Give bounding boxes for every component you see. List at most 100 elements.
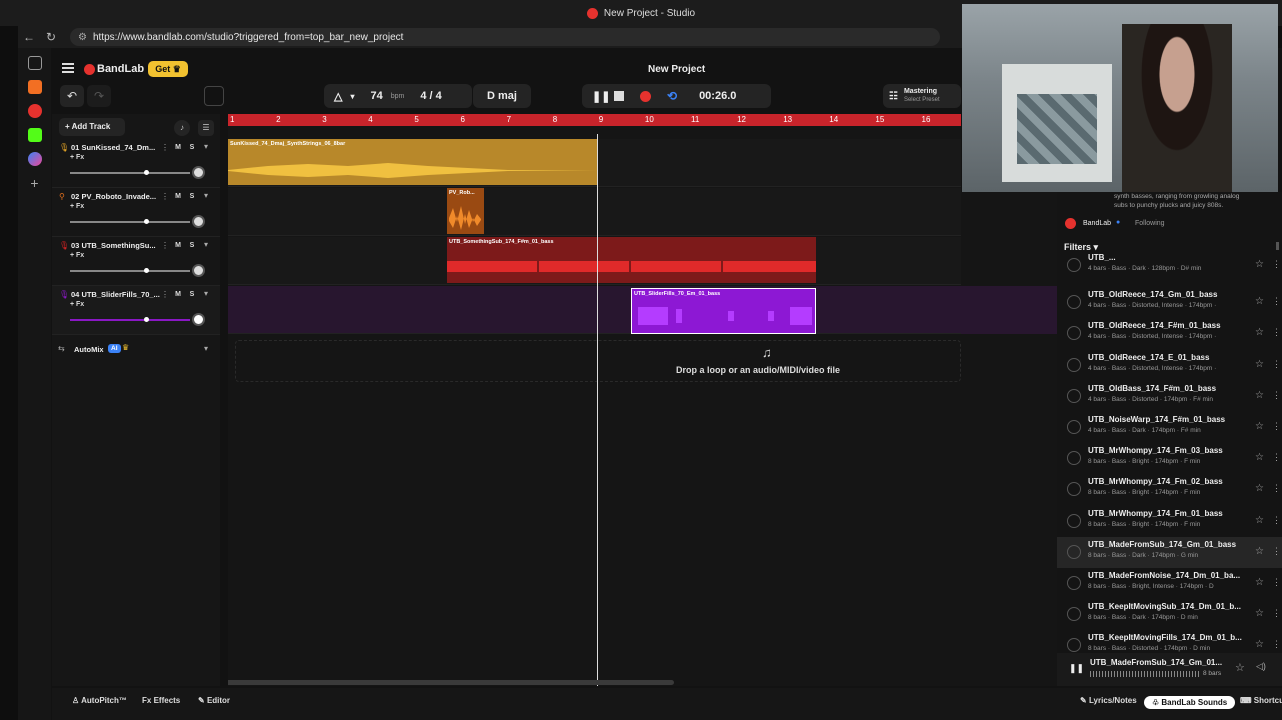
mute-button[interactable]: M bbox=[172, 240, 184, 251]
chevron-down-icon[interactable]: ▾ bbox=[204, 142, 208, 151]
more-icon[interactable]: ⋮ bbox=[1272, 296, 1281, 307]
star-icon[interactable]: ☆ bbox=[1255, 577, 1264, 588]
volume-slider[interactable] bbox=[70, 317, 190, 322]
bandlab-sounds-button[interactable]: ♧ BandLab Sounds bbox=[1144, 696, 1236, 709]
sound-item[interactable]: UTB_NoiseWarp_174_F#m_01_bass 4 bars · Ba… bbox=[1057, 412, 1282, 443]
pan-knob[interactable] bbox=[192, 313, 205, 326]
play-icon[interactable] bbox=[1067, 482, 1081, 497]
more-icon[interactable]: ⋮ bbox=[1272, 359, 1281, 370]
star-icon[interactable]: ☆ bbox=[1255, 608, 1264, 619]
solo-button[interactable]: S bbox=[186, 240, 198, 251]
track-menu-icon[interactable]: ⋮ bbox=[161, 241, 169, 250]
track-menu-icon[interactable]: ⋮ bbox=[161, 143, 169, 152]
undo-icon[interactable]: ↶ bbox=[60, 85, 84, 107]
browser-scrollbar[interactable] bbox=[1276, 242, 1279, 250]
track-name[interactable]: 04 UTB_SliderFills_70_... bbox=[71, 290, 160, 299]
star-icon[interactable]: ☆ bbox=[1235, 661, 1245, 674]
tabs-icon[interactable] bbox=[27, 56, 42, 70]
redo-icon[interactable]: ↷ bbox=[87, 85, 111, 107]
playhead[interactable] bbox=[597, 134, 598, 686]
automix-row[interactable]: ⇆ AutoMix AI ♛ ▾ bbox=[52, 341, 220, 361]
star-icon[interactable]: ☆ bbox=[1255, 421, 1264, 432]
audio-clip[interactable]: SunKissed_74_Dmaj_SynthStrings_06_8bar bbox=[228, 139, 597, 185]
fx-button[interactable]: + Fx bbox=[70, 154, 84, 161]
track-row[interactable]: ⚲ 02 PV_Roboto_Invade... ⋮ M S ▾ + Fx bbox=[52, 188, 220, 237]
star-icon[interactable]: ☆ bbox=[1255, 483, 1264, 494]
play-icon[interactable] bbox=[1067, 258, 1081, 272]
star-icon[interactable]: ☆ bbox=[1255, 390, 1264, 401]
panel-icon[interactable] bbox=[204, 86, 224, 106]
ruler[interactable]: 1 2 3 4 5 6 7 8 9 10 11 12 13 14 15 16 bbox=[228, 114, 961, 126]
mastering-button[interactable]: ☷ Mastering Select Preset bbox=[883, 84, 961, 108]
site-info-icon[interactable]: ⚙ bbox=[78, 32, 87, 43]
soundcloud-icon[interactable] bbox=[27, 80, 42, 94]
pan-knob[interactable] bbox=[192, 166, 205, 179]
sound-item[interactable]: UTB_... 4 bars · Bass · Dark · 128bpm · D… bbox=[1057, 250, 1282, 281]
add-icon[interactable]: + bbox=[28, 176, 42, 190]
arrangement-timeline[interactable]: 1 2 3 4 5 6 7 8 9 10 11 12 13 14 15 16 SunKissed_74_Dma… bbox=[228, 114, 961, 686]
key-selector[interactable]: D maj bbox=[473, 84, 531, 108]
bpm-value[interactable]: 74 bbox=[370, 90, 382, 102]
project-title[interactable]: New Project bbox=[648, 64, 705, 75]
fx-button[interactable]: + Fx bbox=[70, 301, 84, 308]
sound-item[interactable]: UTB_OldReece_174_E_01_bass 4 bars · Bass … bbox=[1057, 350, 1282, 381]
sound-item[interactable]: UTB_MadeFromSub_174_Gm_01_bass 8 bars · B… bbox=[1057, 536, 1282, 568]
volume-icon[interactable]: ◁) bbox=[1256, 661, 1266, 672]
audio-clip[interactable]: PV_Rob... bbox=[447, 188, 484, 234]
volume-slider[interactable] bbox=[70, 170, 190, 175]
track-row[interactable]: 🎙 04 UTB_SliderFills_70_... ⋮ M S ▾ + Fx bbox=[52, 286, 220, 335]
drop-zone[interactable]: ♫ Drop a loop or an audio/MIDI/video fil… bbox=[235, 340, 961, 382]
mute-button[interactable]: M bbox=[172, 142, 184, 153]
track-menu-icon[interactable]: ⋮ bbox=[161, 192, 169, 201]
chevron-down-icon[interactable]: ▾ bbox=[204, 289, 208, 298]
bandlab-icon[interactable] bbox=[27, 104, 42, 118]
sound-item[interactable]: UTB_MrWhompy_174_Fm_01_bass 8 bars · Bass… bbox=[1057, 506, 1282, 537]
solo-button[interactable]: S bbox=[186, 142, 198, 153]
more-icon[interactable]: ⋮ bbox=[1272, 421, 1281, 432]
chevron-down-icon[interactable]: ▾ bbox=[350, 92, 354, 101]
star-icon[interactable]: ☆ bbox=[1255, 515, 1264, 526]
play-icon[interactable] bbox=[1067, 638, 1081, 653]
volume-slider[interactable] bbox=[70, 268, 190, 273]
more-icon[interactable]: ⋮ bbox=[1272, 546, 1281, 557]
chevron-down-icon[interactable]: ▾ bbox=[204, 344, 208, 353]
menu-icon[interactable] bbox=[62, 63, 74, 73]
loop-icon[interactable]: ⟲ bbox=[667, 89, 677, 103]
track-row[interactable]: 🎙 03 UTB_SomethingSu... ⋮ M S ▾ + Fx bbox=[52, 237, 220, 286]
lyrics-button[interactable]: ✎ Lyrics/Notes bbox=[1080, 696, 1137, 705]
pause-icon[interactable] bbox=[1067, 544, 1081, 559]
pan-knob[interactable] bbox=[192, 264, 205, 277]
editor-button[interactable]: ✎ Editor bbox=[198, 696, 230, 705]
kick-icon[interactable] bbox=[27, 128, 42, 142]
track-name[interactable]: 01 SunKissed_74_Dm... bbox=[71, 143, 155, 152]
more-icon[interactable]: ⋮ bbox=[1272, 608, 1281, 619]
more-icon[interactable]: ⋮ bbox=[1272, 452, 1281, 463]
track-menu-icon[interactable]: ⋮ bbox=[161, 290, 169, 299]
play-icon[interactable] bbox=[1067, 513, 1081, 528]
solo-button[interactable]: S bbox=[186, 289, 198, 300]
volume-slider[interactable] bbox=[70, 219, 190, 224]
author-name[interactable]: BandLab bbox=[1083, 220, 1111, 227]
track-name[interactable]: 02 PV_Roboto_Invade... bbox=[71, 192, 156, 201]
record-icon[interactable] bbox=[640, 90, 651, 102]
sound-item[interactable]: UTB_KeepItMovingSub_174_Dm_01_b... 8 bars… bbox=[1057, 599, 1282, 630]
audio-clip[interactable]: UTB_SliderFills_70_Em_01_bass bbox=[631, 288, 816, 334]
star-icon[interactable]: ☆ bbox=[1255, 452, 1264, 463]
play-icon[interactable] bbox=[1067, 451, 1081, 466]
mixer-icon[interactable]: ☰ bbox=[198, 120, 214, 136]
star-icon[interactable]: ☆ bbox=[1255, 259, 1264, 270]
time-signature[interactable]: 4 / 4 bbox=[420, 90, 441, 102]
stop-icon[interactable] bbox=[614, 91, 624, 101]
more-icon[interactable]: ⋮ bbox=[1272, 390, 1281, 401]
star-icon[interactable]: ☆ bbox=[1255, 327, 1264, 338]
sound-item[interactable]: UTB_OldReece_174_F#m_01_bass 4 bars · Bas… bbox=[1057, 318, 1282, 349]
url-field[interactable]: ⚙ https://www.bandlab.com/studio?trigger… bbox=[70, 28, 940, 46]
play-icon[interactable] bbox=[1067, 607, 1081, 622]
shortcuts-button[interactable]: ⌨ Shortcut bbox=[1240, 696, 1282, 705]
track-name[interactable]: 03 UTB_SomethingSu... bbox=[71, 241, 156, 250]
sound-item[interactable]: UTB_OldBass_174_F#m_01_bass 4 bars · Bass… bbox=[1057, 381, 1282, 412]
more-icon[interactable]: ⋮ bbox=[1272, 483, 1281, 494]
mute-button[interactable]: M bbox=[172, 191, 184, 202]
sound-item[interactable]: UTB_MrWhompy_174_Fm_03_bass 8 bars · Bass… bbox=[1057, 443, 1282, 474]
star-icon[interactable]: ☆ bbox=[1255, 359, 1264, 370]
